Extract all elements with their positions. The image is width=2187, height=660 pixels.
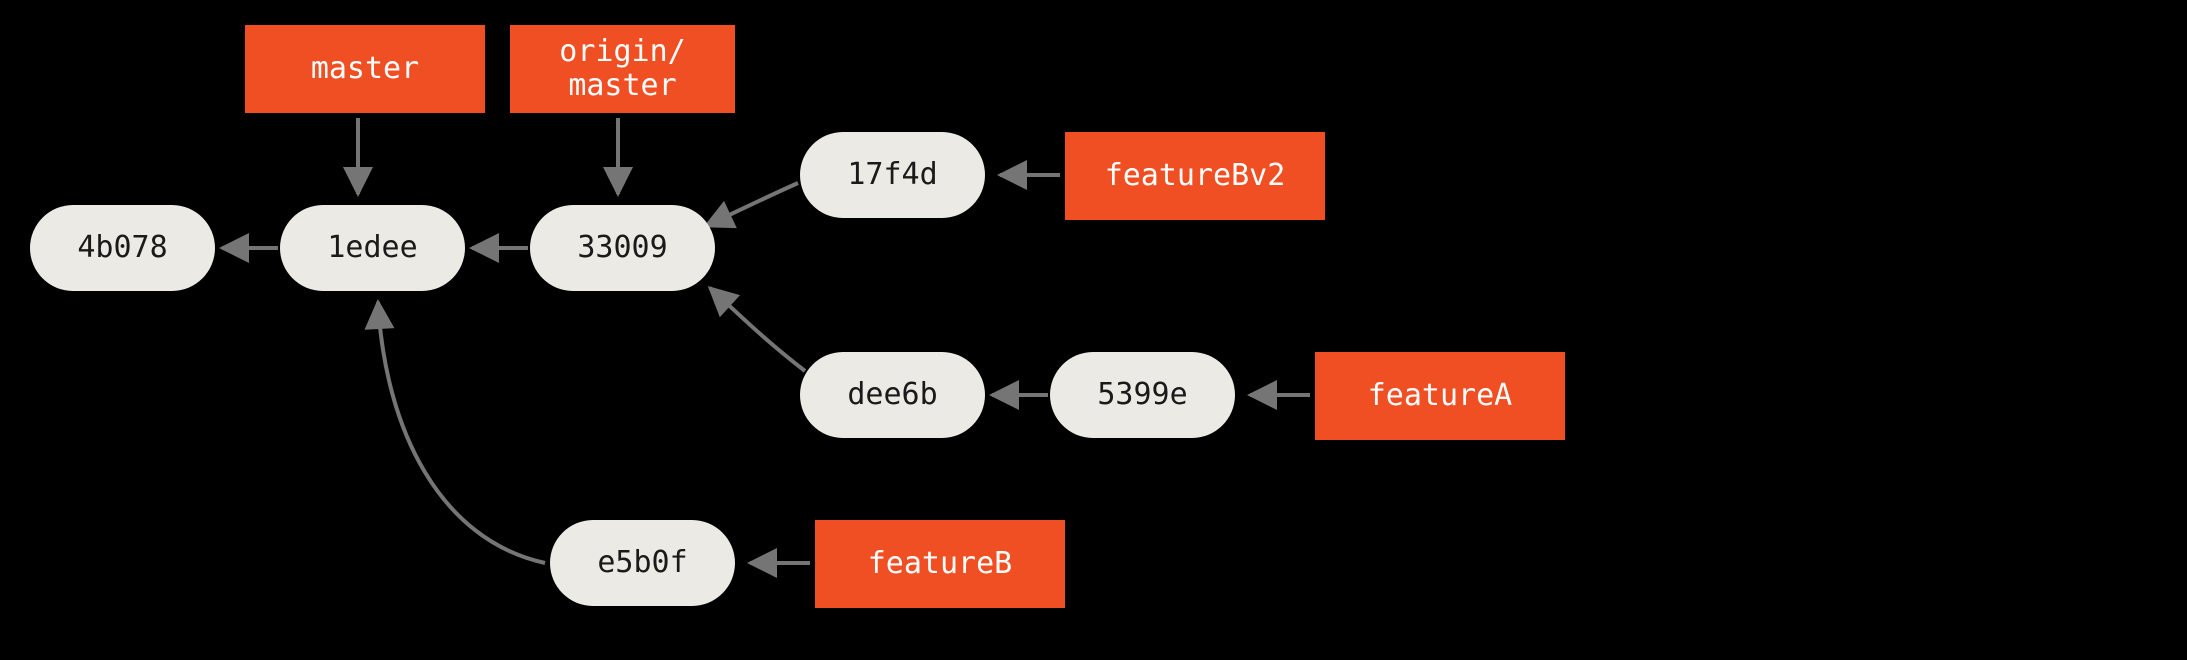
- commit-33009: 33009: [530, 205, 715, 291]
- commit-1edee: 1edee: [280, 205, 465, 291]
- git-graph: 4b078 1edee 33009 17f4d dee6b 5399e e5b0…: [0, 0, 2187, 660]
- commit-e5b0f: e5b0f: [550, 520, 735, 606]
- branch-origin-master: origin/ master: [510, 25, 735, 113]
- commit-17f4d: 17f4d: [800, 132, 985, 218]
- commit-4b078: 4b078: [30, 205, 215, 291]
- edge-dee6b-33009: [710, 288, 805, 371]
- edge-17f4d-33009: [706, 183, 798, 226]
- branch-master: master: [245, 25, 485, 113]
- edge-e5b0f-1edee: [378, 302, 545, 563]
- branch-featureB: featureB: [815, 520, 1065, 608]
- commit-5399e: 5399e: [1050, 352, 1235, 438]
- branch-featureA: featureA: [1315, 352, 1565, 440]
- commit-dee6b: dee6b: [800, 352, 985, 438]
- branch-featureBv2: featureBv2: [1065, 132, 1325, 220]
